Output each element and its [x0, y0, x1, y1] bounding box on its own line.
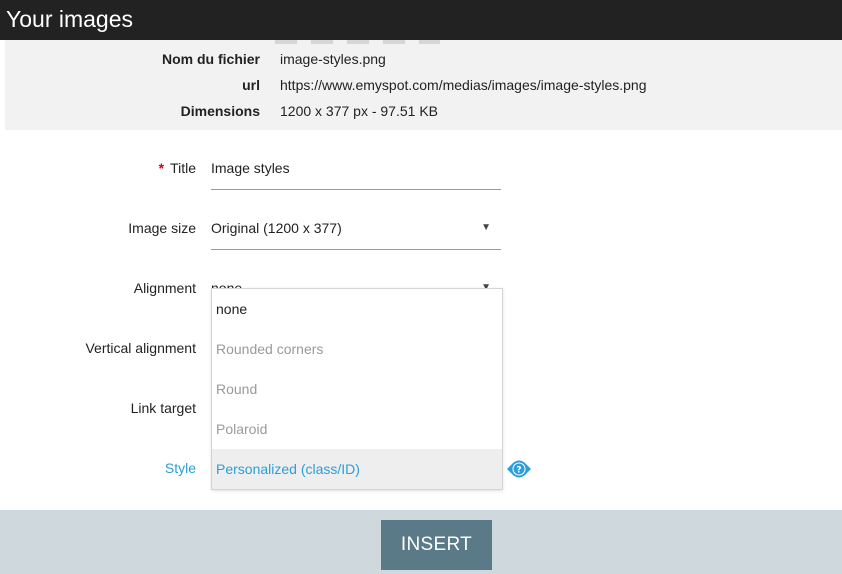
- window-title: Your images: [6, 6, 134, 32]
- title-input-value: Image styles: [211, 160, 290, 176]
- style-label: Style: [164, 460, 196, 476]
- info-row-dimensions: Dimensions 1200 x 377 px - 97.51 KB: [5, 103, 842, 125]
- required-asterisk: *: [158, 160, 165, 176]
- image-size-value: Original (1200 x 377): [211, 220, 342, 236]
- help-question-icon[interactable]: ?: [506, 458, 532, 480]
- info-row-url: url https://www.emyspot.com/medias/image…: [5, 77, 842, 99]
- info-label-filename: Nom du fichier: [161, 51, 260, 67]
- info-value-dimensions: 1200 x 377 px - 97.51 KB: [280, 103, 438, 119]
- image-size-label: Image size: [128, 220, 196, 236]
- dropdown-option-none[interactable]: none: [212, 289, 502, 329]
- dropdown-option-personalized[interactable]: Personalized (class/ID): [212, 449, 502, 489]
- vertical-alignment-label: Vertical alignment: [85, 340, 196, 356]
- window-titlebar: Your images: [0, 0, 842, 40]
- title-label-text: Title: [170, 160, 196, 176]
- svg-text:?: ?: [516, 466, 521, 476]
- file-info-panel: Nom du fichier image-styles.png url http…: [5, 40, 842, 130]
- dropdown-option-polaroid[interactable]: Polaroid: [212, 409, 502, 449]
- info-value-url: https://www.emyspot.com/medias/images/im…: [280, 77, 647, 93]
- info-value-filename: image-styles.png: [280, 51, 386, 67]
- insert-button[interactable]: INSERT: [381, 520, 492, 570]
- image-size-select[interactable]: Original (1200 x 377) ▼: [211, 220, 501, 250]
- title-input[interactable]: Image styles: [211, 160, 501, 190]
- info-label-dimensions: Dimensions: [180, 103, 260, 119]
- footer-bar: INSERT: [0, 510, 842, 574]
- link-target-label: Link target: [130, 400, 196, 416]
- title-label: * Title: [159, 160, 196, 176]
- dropdown-option-rounded-corners[interactable]: Rounded corners: [212, 329, 502, 369]
- dropdown-option-round[interactable]: Round: [212, 369, 502, 409]
- info-row-filename: Nom du fichier image-styles.png: [5, 51, 842, 73]
- caret-down-icon: ▼: [481, 222, 491, 233]
- image-thumbnail-edge: [275, 40, 440, 44]
- alignment-label: Alignment: [133, 280, 196, 296]
- info-label-url: url: [242, 77, 260, 93]
- style-dropdown-menu: none Rounded corners Round Polaroid Pers…: [211, 288, 503, 490]
